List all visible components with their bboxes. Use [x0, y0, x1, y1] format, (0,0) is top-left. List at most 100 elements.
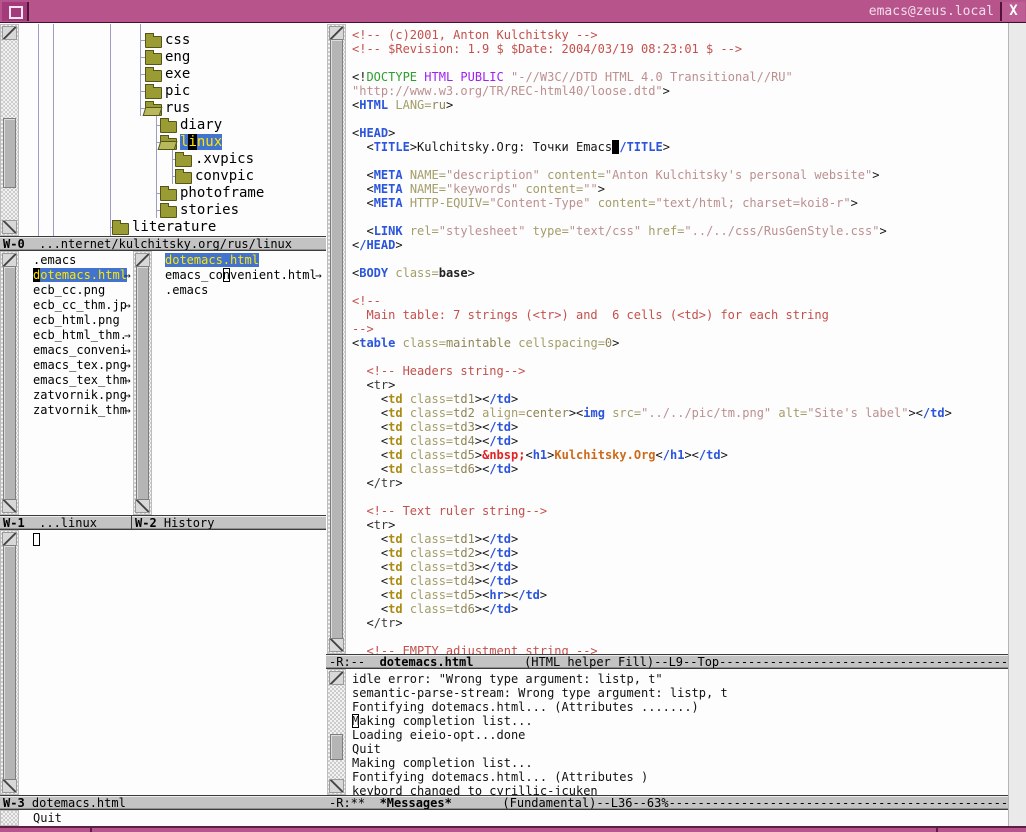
ecb-methods-window[interactable] [19, 530, 326, 795]
resize-handle-divider [936, 827, 938, 832]
messages-scrollbar[interactable] [327, 669, 346, 795]
tree-item-.xvpics[interactable]: .xvpics [20, 151, 326, 168]
tree-item-convpic[interactable]: convpic [20, 168, 326, 185]
list-item-emacs_convenient.html[interactable]: emacs_convenient.html→ [152, 268, 326, 283]
file-name: zatvornik.png [33, 388, 127, 403]
tree-item-photoframe[interactable]: photoframe [20, 185, 326, 202]
list-item-.emacs[interactable]: .emacs [152, 283, 326, 298]
tree-item-rus[interactable]: rus [20, 100, 326, 117]
ecb-directories-window[interactable]: cssengexepicrusdiarylinux.xvpicsconvpicp… [20, 24, 326, 237]
tree-item-pic[interactable]: pic [20, 83, 326, 100]
editor-buffer[interactable]: <!-- (c)2001, Anton Kulchitsky --><!-- $… [352, 25, 1008, 654]
scroll-up-icon[interactable] [135, 253, 150, 267]
scrollbar-thumb[interactable] [330, 39, 343, 639]
scroll-down-icon[interactable] [135, 499, 150, 513]
message-line: Fontifying dotemacs.html... (Attributes … [352, 770, 1008, 784]
code-line: <!-- Headers string--> [352, 364, 1008, 378]
list-item-zatvornik_thm[interactable]: zatvornik_thm→ [19, 403, 133, 418]
window-titlebar[interactable]: emacs@zeus.local X [0, 0, 1026, 23]
tree-scrollbar[interactable] [0, 24, 19, 236]
scroll-up-icon[interactable] [2, 253, 17, 267]
code-line: "http://www.w3.org/TR/REC-html40/loose.d… [352, 84, 1008, 98]
methods-modeline: W-3 dotemacs.html [0, 795, 326, 810]
tree-item-literature[interactable]: literature [20, 219, 326, 236]
message-line: Fontifying dotemacs.html... (Attributes … [352, 700, 1008, 714]
list-item-ecb_cc.png[interactable]: ecb_cc.png [19, 283, 133, 298]
list-item-ecb_html.png[interactable]: ecb_html.png [19, 313, 133, 328]
list-item-ecb_cc_thm.jp[interactable]: ecb_cc_thm.jp→ [19, 298, 133, 313]
code-line: <td class=td4></td> [352, 574, 1008, 588]
code-line: <tr> [352, 518, 1008, 532]
list-item-dotemacs.html[interactable]: dotemacs.html [152, 253, 326, 268]
code-line: Main table: 7 strings (<tr>) and 6 cells… [352, 308, 1008, 322]
frame-bottom-border[interactable] [0, 826, 1026, 832]
file-name: dotemacs.html [165, 253, 259, 268]
tree-item-label: pic [165, 83, 190, 100]
scrollbar-thumb[interactable] [136, 266, 149, 500]
sources-scrollbar[interactable] [0, 251, 19, 515]
close-icon[interactable]: X [1000, 2, 1025, 21]
code-line: --> [352, 322, 1008, 336]
scroll-down-icon[interactable] [329, 779, 344, 793]
list-item-ecb_html_thm.[interactable]: ecb_html_thm.→ [19, 328, 133, 343]
code-line: <td class=td2></td> [352, 546, 1008, 560]
list-item-emacs_conveni[interactable]: emacs_conveni→ [19, 343, 133, 358]
code-line: <td class=td6></td> [352, 462, 1008, 476]
history-scrollbar[interactable] [133, 251, 152, 515]
scroll-up-icon[interactable] [329, 671, 344, 685]
tree-item-stories[interactable]: stories [20, 202, 326, 219]
truncation-arrow-icon: → [124, 328, 131, 343]
code-line: <td class=td1></td> [352, 532, 1008, 546]
scrollbar-thumb[interactable] [3, 266, 16, 500]
file-name: dotemacs.html [33, 268, 127, 283]
methods-scrollbar[interactable] [0, 530, 19, 795]
code-line [352, 56, 1008, 70]
ecb-sources-window[interactable]: .emacsdotemacs.html→ecb_cc.pngecb_cc_thm… [19, 251, 133, 515]
scroll-up-icon[interactable] [329, 26, 344, 40]
scroll-down-icon[interactable] [2, 779, 17, 793]
messages-modeline: -R:** *Messages* (Fundamental)--L36--63%… [326, 795, 1008, 810]
code-line: <META NAME="keywords" content=""> [352, 182, 1008, 196]
scroll-down-icon[interactable] [2, 499, 17, 513]
folder-open-icon [160, 138, 177, 150]
list-item-emacs_tex.png[interactable]: emacs_tex.png→ [19, 358, 133, 373]
folder-closed-icon [145, 70, 162, 82]
scroll-down-icon[interactable] [2, 220, 17, 234]
list-item-.emacs[interactable]: .emacs [19, 253, 133, 268]
scrollbar-thumb[interactable] [330, 734, 343, 760]
truncation-arrow-icon: → [124, 268, 131, 283]
scrollbar-thumb[interactable] [3, 118, 16, 188]
tree-item-linux[interactable]: linux [20, 134, 326, 151]
list-item-emacs_tex_thm[interactable]: emacs_tex_thm→ [19, 373, 133, 388]
list-item-zatvornik.png[interactable]: zatvornik.png→ [19, 388, 133, 403]
message-line: idle error: "Wrong type argument: listp,… [352, 672, 1008, 686]
folder-closed-icon [160, 206, 177, 218]
tree-item-eng[interactable]: eng [20, 49, 326, 66]
list-item-dotemacs.html[interactable]: dotemacs.html→ [19, 268, 133, 283]
scroll-up-icon[interactable] [2, 532, 17, 546]
window-menu-button[interactable] [2, 2, 29, 21]
ecb-history-window[interactable]: dotemacs.htmlemacs_convenient.html→.emac… [152, 251, 326, 515]
truncation-arrow-icon: → [124, 373, 131, 388]
scrollbar-thumb[interactable] [3, 545, 16, 780]
tree-item-exe[interactable]: exe [20, 66, 326, 83]
scroll-down-icon[interactable] [329, 638, 344, 652]
editor-scrollbar[interactable] [327, 24, 346, 654]
code-line: </tr> [352, 616, 1008, 630]
folder-closed-icon [145, 36, 162, 48]
file-name: ecb_cc_thm.jp [33, 298, 127, 313]
code-line: <!-- Text ruler string--> [352, 504, 1008, 518]
code-line: <TITLE>Kulchitsky.Org: Точки Emacs</TITL… [352, 140, 1008, 154]
file-name: ecb_html.png [33, 313, 120, 328]
minibuffer[interactable]: Quit [0, 810, 1008, 826]
file-name: ecb_cc.png [33, 283, 105, 298]
messages-buffer[interactable]: idle error: "Wrong type argument: listp,… [352, 670, 1008, 795]
tree-item-label: eng [165, 49, 190, 66]
code-line [352, 252, 1008, 266]
tree-item-label: literature [132, 219, 216, 236]
tree-item-diary[interactable]: diary [20, 117, 326, 134]
tree-item-css[interactable]: css [20, 32, 326, 49]
code-line: <table class=maintable cellspacing=0> [352, 336, 1008, 350]
code-line: <!-- EMPTY adjustment string --> [352, 644, 1008, 654]
scroll-up-icon[interactable] [2, 26, 17, 40]
